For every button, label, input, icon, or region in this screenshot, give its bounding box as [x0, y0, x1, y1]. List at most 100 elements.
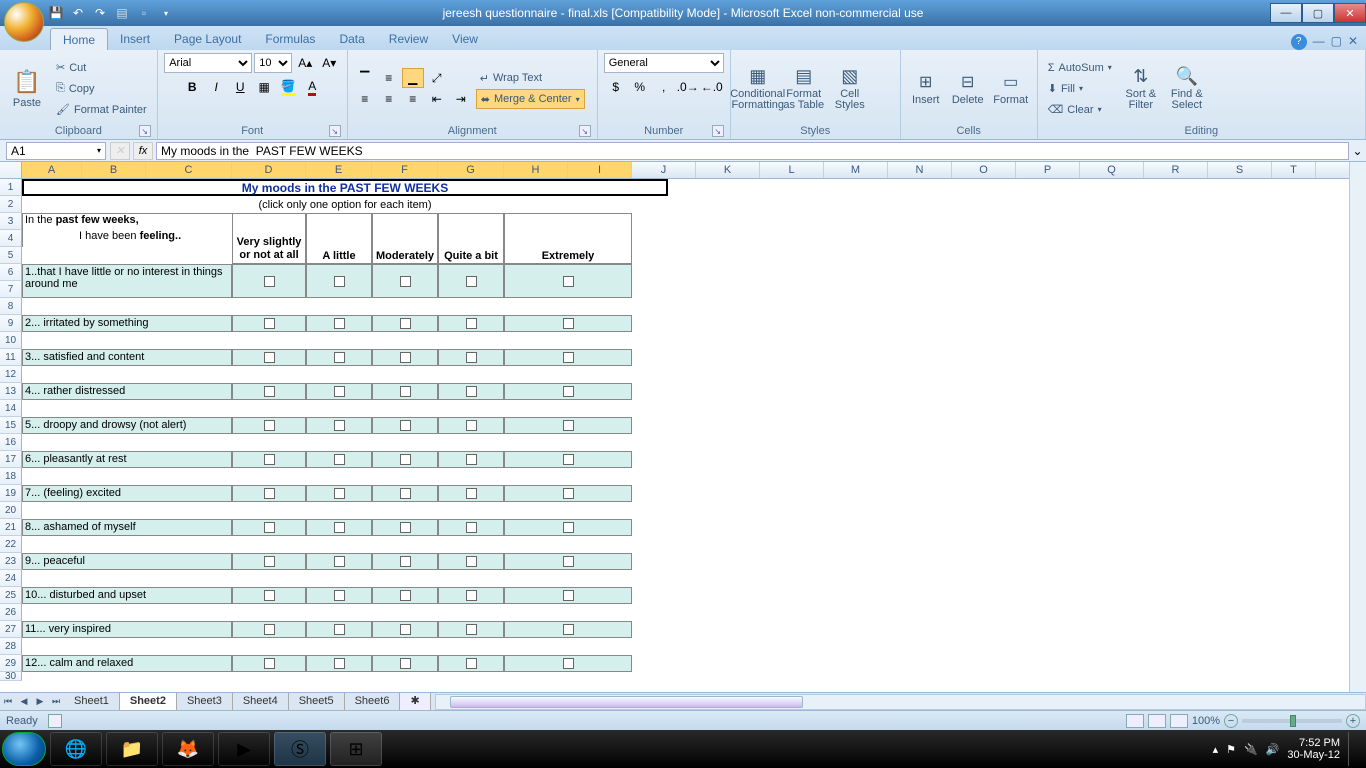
tab-data[interactable]: Data	[327, 28, 376, 50]
formula-bar[interactable]	[156, 142, 1349, 160]
zoom-slider[interactable]	[1242, 719, 1342, 723]
option-cell[interactable]	[306, 655, 372, 672]
spreadsheet-grid[interactable]: ABCDEFGHIJKLMNOPQRST 1234567891011121314…	[0, 162, 1349, 692]
checkbox[interactable]	[264, 624, 275, 635]
checkbox[interactable]	[563, 318, 574, 329]
checkbox[interactable]	[466, 488, 477, 499]
checkbox[interactable]	[400, 590, 411, 601]
option-cell[interactable]	[306, 349, 372, 366]
format-painter-button[interactable]: 🖌Format Painter	[52, 100, 151, 120]
scale-header[interactable]: Very slightlyor not at all	[232, 213, 306, 264]
row-header[interactable]: 11	[0, 349, 22, 366]
row-header[interactable]: 29	[0, 655, 22, 672]
border-button[interactable]: ▦	[253, 77, 275, 97]
fill-button[interactable]: ⬇Fill▾	[1044, 79, 1116, 99]
percent-button[interactable]: %	[629, 77, 651, 97]
option-cell[interactable]	[438, 315, 504, 332]
column-header[interactable]: B	[82, 162, 146, 178]
option-cell[interactable]	[232, 621, 306, 638]
font-color-button[interactable]: A	[301, 77, 323, 97]
maximize-button[interactable]: ▢	[1302, 3, 1334, 23]
font-name-select[interactable]: Arial	[164, 53, 252, 73]
align-bottom-button[interactable]: ▁	[402, 68, 424, 88]
option-cell[interactable]	[232, 264, 306, 298]
column-header[interactable]: M	[824, 162, 888, 178]
checkbox[interactable]	[466, 352, 477, 363]
option-cell[interactable]	[372, 383, 438, 400]
cell-subtitle[interactable]: (click only one option for each item)	[22, 196, 668, 213]
cell[interactable]: In the past few weeks,	[22, 213, 232, 230]
option-cell[interactable]	[372, 621, 438, 638]
cut-button[interactable]: ✂Cut	[52, 58, 151, 78]
option-cell[interactable]	[306, 553, 372, 570]
option-cell[interactable]	[232, 553, 306, 570]
option-cell[interactable]	[504, 349, 632, 366]
option-cell[interactable]	[438, 349, 504, 366]
grow-font-button[interactable]: A▴	[294, 53, 316, 73]
row-header[interactable]: 10	[0, 332, 22, 349]
option-cell[interactable]	[232, 655, 306, 672]
column-header[interactable]: N	[888, 162, 952, 178]
checkbox[interactable]	[466, 318, 477, 329]
checkbox[interactable]	[563, 454, 574, 465]
merge-center-button[interactable]: ⬌Merge & Center▾	[476, 89, 585, 109]
zoom-out-button[interactable]: −	[1224, 714, 1238, 728]
checkbox[interactable]	[466, 556, 477, 567]
checkbox[interactable]	[400, 318, 411, 329]
cell-title[interactable]: My moods in the PAST FEW WEEKS	[22, 179, 668, 196]
checkbox[interactable]	[264, 590, 275, 601]
checkbox[interactable]	[466, 590, 477, 601]
column-header[interactable]: E	[306, 162, 372, 178]
checkbox[interactable]	[466, 386, 477, 397]
column-header[interactable]: J	[632, 162, 696, 178]
question-cell[interactable]: 5... droopy and drowsy (not alert)	[22, 417, 232, 434]
question-cell[interactable]: 12... calm and relaxed	[22, 655, 232, 672]
checkbox[interactable]	[334, 624, 345, 635]
checkbox[interactable]	[466, 276, 477, 287]
option-cell[interactable]	[438, 383, 504, 400]
macro-record-icon[interactable]	[48, 714, 62, 728]
option-cell[interactable]	[504, 417, 632, 434]
option-cell[interactable]	[438, 655, 504, 672]
page-break-view-button[interactable]	[1170, 714, 1188, 728]
checkbox[interactable]	[264, 276, 275, 287]
row-header[interactable]: 26	[0, 604, 22, 621]
option-cell[interactable]	[372, 417, 438, 434]
cell-styles-button[interactable]: ▧Cell Styles	[829, 57, 871, 121]
column-header[interactable]: H	[504, 162, 568, 178]
checkbox[interactable]	[334, 420, 345, 431]
option-cell[interactable]	[232, 485, 306, 502]
checkbox[interactable]	[400, 488, 411, 499]
format-cells-button[interactable]: ▭Format	[991, 57, 1031, 121]
checkbox[interactable]	[264, 352, 275, 363]
checkbox[interactable]	[264, 318, 275, 329]
row-header[interactable]: 8	[0, 298, 22, 315]
option-cell[interactable]	[306, 485, 372, 502]
option-cell[interactable]	[306, 587, 372, 604]
option-cell[interactable]	[438, 417, 504, 434]
fx-icon[interactable]: fx	[133, 142, 153, 160]
vertical-scrollbar[interactable]	[1349, 162, 1366, 692]
delete-cells-button[interactable]: ⊟Delete	[949, 57, 987, 121]
close-workbook-icon[interactable]: ✕	[1348, 34, 1358, 50]
taskbar-media-icon[interactable]: ▶	[218, 732, 270, 766]
question-cell[interactable]: 7... (feeling) excited	[22, 485, 232, 502]
row-header[interactable]: 16	[0, 434, 22, 451]
row-header[interactable]: 3	[0, 213, 22, 230]
question-cell[interactable]: 11... very inspired	[22, 621, 232, 638]
underline-button[interactable]: U	[229, 77, 251, 97]
shrink-font-button[interactable]: A▾	[318, 53, 340, 73]
show-hidden-icons-icon[interactable]: ▴	[1213, 743, 1219, 756]
option-cell[interactable]	[372, 264, 438, 298]
row-header[interactable]: 20	[0, 502, 22, 519]
checkbox[interactable]	[400, 454, 411, 465]
option-cell[interactable]	[306, 621, 372, 638]
row-header[interactable]: 5	[0, 247, 22, 264]
checkbox[interactable]	[466, 522, 477, 533]
currency-button[interactable]: $	[605, 77, 627, 97]
clear-button[interactable]: ⌫Clear▾	[1044, 100, 1116, 120]
checkbox[interactable]	[563, 488, 574, 499]
row-header[interactable]: 13	[0, 383, 22, 400]
option-cell[interactable]	[306, 451, 372, 468]
next-sheet-icon[interactable]: ▶	[32, 694, 48, 710]
